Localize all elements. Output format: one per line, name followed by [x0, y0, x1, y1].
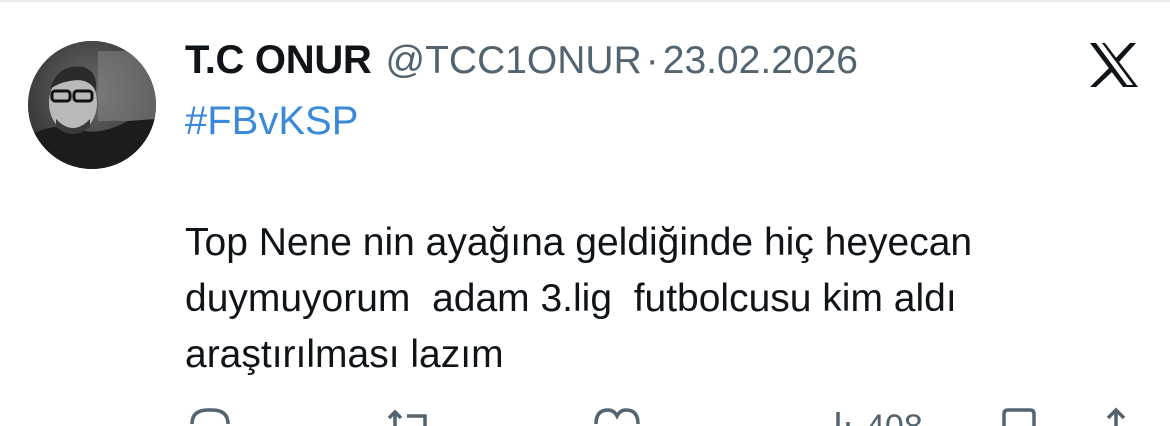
post-text: Top Nene nin ayağına geldiğinde hiç heye…	[185, 221, 973, 376]
share-icon[interactable]	[1096, 404, 1136, 426]
divider	[0, 0, 1170, 2]
views-count[interactable]: 408	[866, 408, 923, 426]
post-card: T.C ONUR @TCC1ONUR · 23.02.2026 #FBvKSP …	[0, 0, 1170, 426]
bookmark-icon[interactable]	[1000, 404, 1040, 426]
x-logo-icon[interactable]	[1088, 42, 1140, 88]
post-header: T.C ONUR @TCC1ONUR · 23.02.2026	[185, 38, 858, 88]
separator-dot: ·	[645, 39, 659, 82]
reply-icon[interactable]	[188, 404, 232, 426]
like-icon[interactable]	[592, 404, 642, 426]
hashtag-link[interactable]: #FBvKSP	[185, 99, 358, 144]
user-handle[interactable]: @TCC1ONUR	[386, 39, 642, 83]
action-bar: 408	[0, 404, 1170, 426]
post-date[interactable]: 23.02.2026	[663, 39, 858, 83]
display-name[interactable]: T.C ONUR	[185, 38, 372, 83]
views-icon[interactable]	[818, 404, 858, 426]
avatar[interactable]	[28, 41, 156, 169]
repost-icon[interactable]	[385, 404, 435, 426]
